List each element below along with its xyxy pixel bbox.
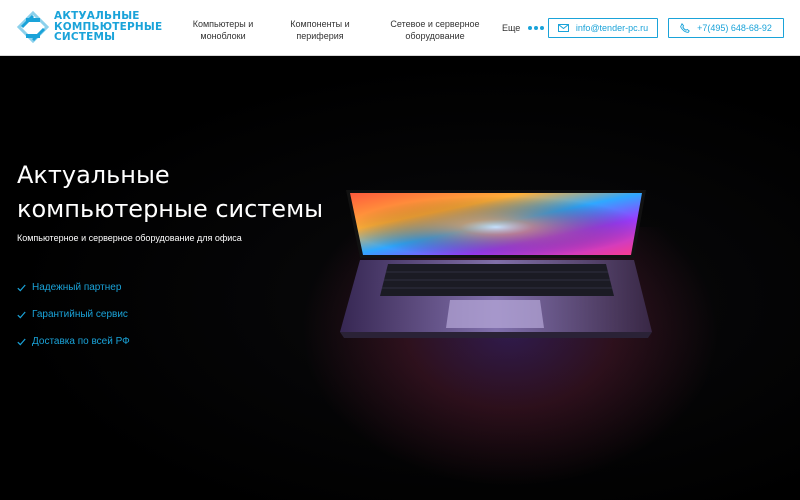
phone-icon [680, 23, 690, 33]
title-line-2: компьютерные системы [17, 195, 324, 223]
nav-network-line-2: оборудование [405, 31, 465, 41]
title-line-1: Актуальные [17, 161, 170, 189]
nav-network-line-1: Сетевое и серверное [390, 19, 480, 29]
dots-icon [528, 26, 545, 30]
nav-network[interactable]: Сетевое и серверное оборудование [386, 18, 484, 42]
nav-components-line-1: Компоненты и [290, 19, 350, 29]
nav-computers[interactable]: Компьютеры и моноблоки [186, 18, 260, 42]
phone-text: +7(495) 648-68-92 [697, 23, 772, 33]
nav-components[interactable]: Компоненты и периферия [282, 18, 358, 42]
nav-components-line-2: периферия [296, 31, 344, 41]
hero-subtitle: Компьютерное и серверное оборудование дл… [17, 233, 242, 243]
brand-line-1: АКТУАЛЬНЫЕ [54, 10, 140, 22]
feature-label: Надежный партнер [32, 282, 122, 293]
phone-button[interactable]: +7(495) 648-68-92 [668, 18, 784, 38]
page-title: Актуальные компьютерные системы [17, 158, 357, 226]
feature-item: Надежный партнер [17, 274, 130, 301]
check-icon [17, 311, 26, 318]
hero-section: Актуальные компьютерные системы Компьюте… [0, 57, 800, 500]
nav-computers-line-2: моноблоки [200, 31, 246, 41]
check-icon [17, 284, 26, 291]
brand-line-3: СИСТЕМЫ [54, 31, 116, 43]
brand-name: АКТУАЛЬНЫЕ КОМПЬЮТЕРНЫЕ СИСТЕМЫ [54, 11, 174, 43]
envelope-icon [557, 24, 569, 32]
check-icon [17, 338, 26, 345]
logo[interactable]: АКТУАЛЬНЫЕ КОМПЬЮТЕРНЫЕ СИСТЕМЫ [16, 10, 166, 46]
feature-item: Гарантийный сервис [17, 301, 130, 328]
feature-item: Доставка по всей РФ [17, 328, 130, 355]
email-button[interactable]: info@tender-pc.ru [548, 18, 658, 38]
nav-more[interactable]: Еще [502, 23, 545, 33]
nav-computers-line-1: Компьютеры и [192, 19, 254, 29]
email-text: info@tender-pc.ru [575, 23, 649, 33]
site-header: АКТУАЛЬНЫЕ КОМПЬЮТЕРНЫЕ СИСТЕМЫ Компьюте… [0, 0, 800, 56]
feature-label: Доставка по всей РФ [32, 336, 130, 347]
features-list: Надежный партнер Гарантийный сервис Дост… [17, 274, 130, 355]
nav-more-label: Еще [502, 23, 521, 33]
feature-label: Гарантийный сервис [32, 309, 128, 320]
logo-icon [16, 10, 50, 44]
laptop-image [340, 190, 652, 338]
